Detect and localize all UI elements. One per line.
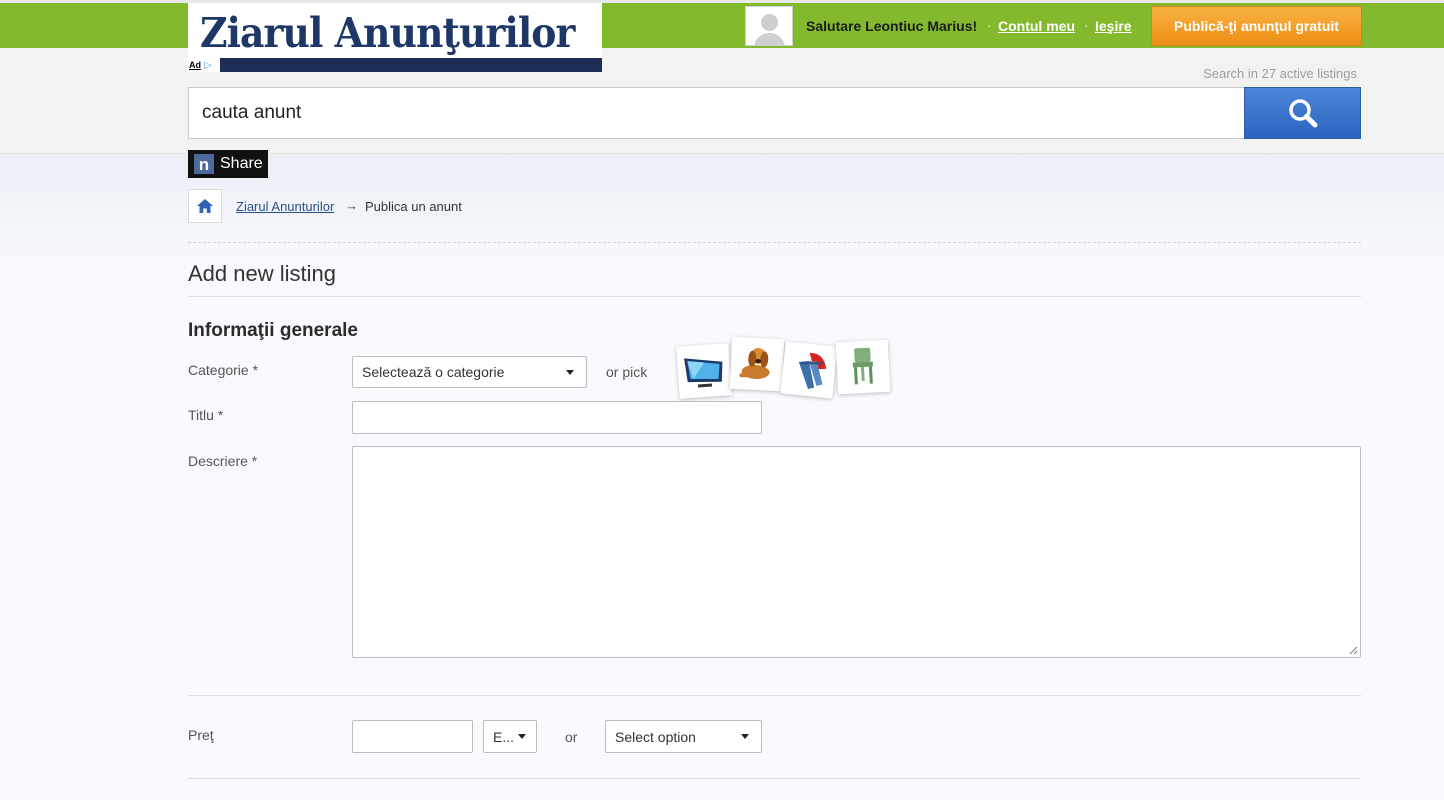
resize-grip-icon[interactable]	[1348, 645, 1358, 655]
category-select[interactable]: Selectează o categorie	[352, 356, 587, 388]
separator-dot: ·	[987, 17, 992, 33]
search-icon	[1288, 99, 1317, 128]
category-select-value: Selectează o categorie	[362, 364, 505, 380]
page-title: Add new listing	[188, 261, 336, 286]
title-label: Titlu *	[188, 407, 224, 423]
pick-category-tv[interactable]	[676, 343, 732, 399]
breadcrumb-arrow: →	[345, 198, 358, 213]
description-label: Descriere *	[188, 453, 258, 469]
account-link[interactable]: Contul meu	[998, 18, 1075, 34]
share-label: Share	[220, 155, 263, 172]
title-divider	[188, 296, 1361, 297]
currency-select[interactable]: E...	[483, 720, 537, 753]
price-label: Preţ	[188, 727, 214, 743]
avatar-head-shape	[761, 14, 778, 31]
chevron-down-icon	[566, 370, 574, 375]
search-input[interactable]	[188, 87, 1246, 139]
user-greeting: Salutare Leontiuc Marius!	[806, 18, 978, 34]
breadcrumb-home-button[interactable]	[188, 189, 222, 223]
section-title: Informaţii generale	[188, 320, 358, 341]
search-hint: Search in 27 active listings	[1203, 66, 1357, 81]
breadcrumb-current: Publica un anunt	[365, 199, 462, 214]
currency-select-value: E...	[493, 728, 515, 745]
category-label: Categorie *	[188, 362, 259, 378]
price-option-select[interactable]: Select option	[605, 720, 762, 753]
chair-icon	[852, 347, 873, 385]
dog-icon	[739, 348, 770, 379]
site-logo[interactable]: Ziarul Anunţurilor Ad ▷	[188, 3, 602, 72]
separator-dot: ·	[1084, 17, 1089, 33]
title-input[interactable]	[352, 401, 762, 434]
pick-category-furniture[interactable]	[835, 339, 891, 395]
section-divider	[188, 778, 1361, 779]
pick-category-pets[interactable]	[729, 336, 785, 392]
pick-category-clothing[interactable]	[780, 341, 838, 399]
dashed-divider	[188, 242, 1361, 243]
home-icon	[197, 199, 213, 213]
ad-banner-strip[interactable]	[188, 58, 602, 72]
search-button[interactable]	[1244, 87, 1361, 139]
logo-text: Ziarul Anunţurilor	[200, 9, 575, 57]
ad-badge[interactable]: Ad ▷	[188, 58, 220, 72]
user-avatar[interactable]	[745, 6, 793, 46]
share-logo-icon: n	[194, 154, 214, 174]
ad-label: Ad	[189, 60, 201, 70]
price-option-select-value: Select option	[615, 728, 696, 745]
chevron-down-icon	[518, 734, 526, 739]
share-button[interactable]: n Share	[188, 150, 268, 178]
section-divider	[188, 695, 1361, 696]
or-text: or	[565, 729, 578, 745]
tv-icon	[684, 358, 723, 388]
price-input[interactable]	[352, 720, 473, 753]
breadcrumb-home-link[interactable]: Ziarul Anunturilor	[236, 199, 334, 214]
logout-link[interactable]: Ieşire	[1095, 18, 1132, 34]
adchoices-icon: ▷	[204, 59, 212, 71]
chevron-down-icon	[741, 734, 749, 739]
publish-ad-button[interactable]: Publică-ţi anunţul gratuit	[1151, 6, 1362, 46]
clothing-icon	[798, 352, 827, 390]
or-pick-text: or pick	[606, 364, 648, 380]
description-textarea[interactable]	[352, 446, 1361, 658]
avatar-body-shape	[754, 33, 785, 45]
